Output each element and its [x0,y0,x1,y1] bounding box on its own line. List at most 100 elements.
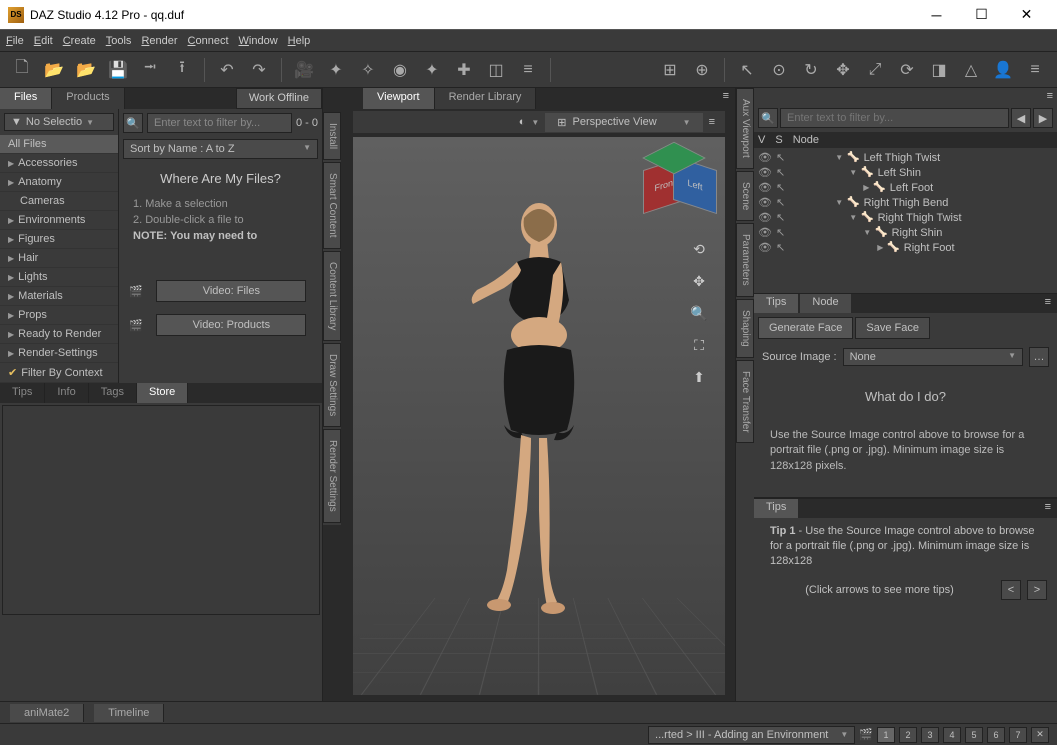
export-icon[interactable]: ⭱ [168,56,196,84]
page-2[interactable]: 2 [899,727,917,743]
page-5[interactable]: 5 [965,727,983,743]
tags-tab[interactable]: Tags [89,383,137,403]
param-node-tab[interactable]: Node [800,294,850,313]
info-tab[interactable]: Info [45,383,88,403]
panel-menu-icon[interactable]: ≡ [717,88,735,109]
zoom-tool-icon[interactable]: 🔍 [687,301,711,325]
generate-face-button[interactable]: Generate Face [758,317,853,339]
filter-input[interactable]: Enter text to filter by... [147,113,292,133]
viewport-3d[interactable]: Front Left ⟲ ✥ 🔍 ⛶ ⬆ [353,137,725,695]
tree-node[interactable]: 👁↖▶🦴Right Foot [756,240,1055,255]
minimize-button[interactable]: ─ [914,1,959,29]
redo-icon[interactable]: ↷ [245,56,273,84]
orbit-tool-icon[interactable]: ⟲ [687,237,711,261]
cat-all-files[interactable]: All Files [0,135,118,154]
sidetab-content-library[interactable]: Content Library [323,251,341,341]
pose-tool-icon[interactable]: ⟳ [893,56,921,84]
cat-cameras[interactable]: Cameras [0,192,118,211]
panel-menu-icon[interactable]: ≡ [1047,90,1053,102]
tree-node[interactable]: 👁↖▼🦴Left Thigh Twist [756,150,1055,165]
next-icon[interactable]: ▶ [1033,108,1053,128]
page-6[interactable]: 6 [987,727,1005,743]
sidetab-install[interactable]: Install [323,112,341,160]
page-3[interactable]: 3 [921,727,939,743]
store-tab[interactable]: Store [137,383,188,403]
cat-lights[interactable]: ▶Lights [0,268,118,287]
menu-create[interactable]: Create [63,35,96,47]
close-button[interactable]: ✕ [1004,1,1049,29]
region-tool-icon[interactable]: △ [957,56,985,84]
tree-node[interactable]: 👁↖▼🦴Right Thigh Twist [756,210,1055,225]
menu-window[interactable]: Window [239,35,278,47]
cat-props[interactable]: ▶Props [0,306,118,325]
video-files-button[interactable]: Video: Files [156,280,306,302]
save-icon[interactable]: 💾 [104,56,132,84]
menu-render[interactable]: Render [141,35,177,47]
translate-tool-icon[interactable]: ✥ [829,56,857,84]
menu-help[interactable]: Help [288,35,311,47]
rotate-tool-icon[interactable]: ↻ [797,56,825,84]
viewport-tab[interactable]: Viewport [363,88,435,109]
source-image-dropdown[interactable]: None▼ [843,348,1023,366]
active-tool-icon[interactable]: ⊙ [765,56,793,84]
null-icon[interactable]: ✚ [450,56,478,84]
sidetab-render-settings[interactable]: Render Settings [323,429,341,523]
tips-tab[interactable]: Tips [0,383,45,403]
grid-icon[interactable]: ⊞ [656,56,684,84]
lesson-dropdown[interactable]: ...rted > III - Adding an Environment▼ [648,726,855,744]
spotlight-icon[interactable]: ✦ [322,56,350,84]
page-1[interactable]: 1 [877,727,895,743]
pan-tool-icon[interactable]: ✥ [687,269,711,293]
pointer-icon[interactable]: ↖ [733,56,761,84]
open-icon[interactable]: 📂 [40,56,68,84]
menu-edit[interactable]: Edit [34,35,53,47]
panel-menu-icon[interactable]: ≡ [1039,499,1057,518]
timeline-tab[interactable]: Timeline [94,704,164,722]
view-dropdown[interactable]: ⊞Perspective View▼ [545,113,702,132]
scene-tree[interactable]: 👁↖▼🦴Left Thigh Twist👁↖▼🦴Left Shin👁↖▶🦴Lef… [754,148,1057,293]
reset-tool-icon[interactable]: ⬆ [687,365,711,389]
merge-icon[interactable]: 📂 [72,56,100,84]
search-icon[interactable]: 🔍 [123,113,143,133]
save-face-button[interactable]: Save Face [855,317,930,339]
view-cube[interactable]: Front Left [643,155,703,215]
sort-dropdown[interactable]: Sort by Name : A to Z▼ [123,139,318,159]
tree-node[interactable]: 👁↖▶🦴Left Foot [756,180,1055,195]
menu-connect[interactable]: Connect [188,35,229,47]
page-4[interactable]: 4 [943,727,961,743]
cat-anatomy[interactable]: ▶Anatomy [0,173,118,192]
next-tip-button[interactable]: > [1027,580,1047,600]
sidetab-draw-settings[interactable]: Draw Settings [323,343,341,427]
cat-hair[interactable]: ▶Hair [0,249,118,268]
linearlight-icon[interactable]: ✦ [418,56,446,84]
maximize-button[interactable]: ☐ [959,1,1004,29]
cat-accessories[interactable]: ▶Accessories [0,154,118,173]
distantlight-icon[interactable]: ◉ [386,56,414,84]
character-figure[interactable] [449,190,629,620]
work-offline-button[interactable]: Work Offline [236,88,322,109]
sidetab-aux-viewport[interactable]: Aux Viewport [736,88,754,169]
sidetab-face-transfer[interactable]: Face Transfer [736,360,754,444]
animate-tab[interactable]: aniMate2 [10,704,84,722]
cat-render-settings[interactable]: ▶Render-Settings [0,344,118,363]
page-7[interactable]: 7 [1009,727,1027,743]
search-icon[interactable]: 🔍 [758,108,778,128]
sidetab-parameters[interactable]: Parameters [736,223,754,297]
sphere-preview-icon[interactable]: ◐ [519,116,526,128]
tree-node[interactable]: 👁↖▼🦴Left Shin [756,165,1055,180]
user-icon[interactable]: 👤 [989,56,1017,84]
cat-materials[interactable]: ▶Materials [0,287,118,306]
render-library-tab[interactable]: Render Library [435,88,537,109]
products-tab[interactable]: Products [52,88,124,109]
filter-by-context[interactable]: ✔Filter By Context [0,363,118,383]
sidetab-smart-content[interactable]: Smart Content [323,162,341,248]
prev-icon[interactable]: ◀ [1011,108,1031,128]
panel-menu-icon[interactable]: ≡ [1039,294,1057,313]
close-lesson-icon[interactable]: ✕ [1031,727,1049,743]
cat-figures[interactable]: ▶Figures [0,230,118,249]
frame-tool-icon[interactable]: ⛶ [687,333,711,357]
prev-tip-button[interactable]: < [1001,580,1021,600]
pointlight-icon[interactable]: ✧ [354,56,382,84]
scale-tool-icon[interactable]: ⤢ [861,56,889,84]
tree-node[interactable]: 👁↖▼🦴Right Shin [756,225,1055,240]
